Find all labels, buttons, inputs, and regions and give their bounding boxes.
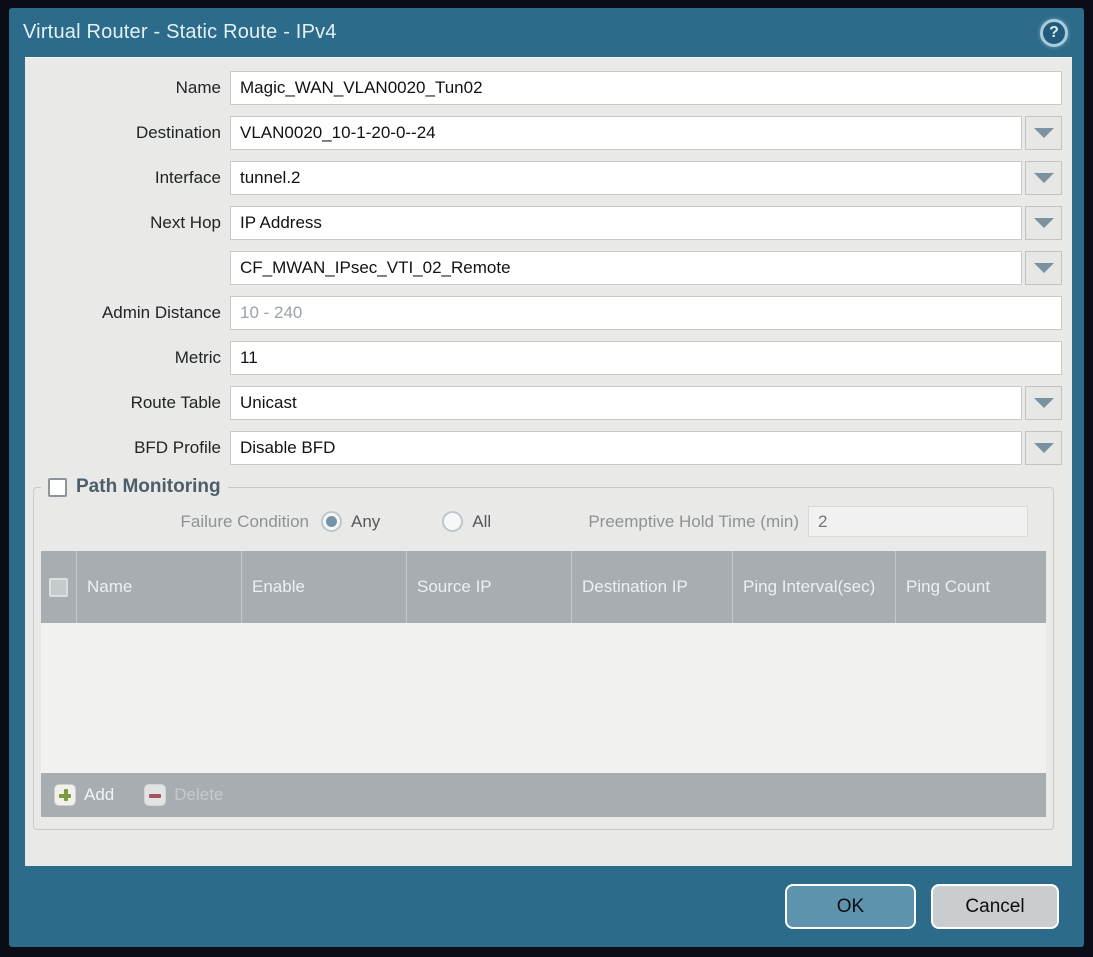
route-table-label: Route Table (25, 393, 221, 413)
failure-condition-row: Failure Condition Any All Preemptive Hol… (37, 506, 1028, 537)
dialog-content-panel: Name Destination Interface (25, 57, 1072, 866)
help-glyph: ? (1049, 24, 1059, 42)
preemptive-hold-time-input[interactable] (808, 506, 1028, 537)
metric-input[interactable] (230, 341, 1062, 375)
failure-condition-label: Failure Condition (37, 512, 309, 532)
failure-condition-radio-any[interactable] (321, 511, 342, 532)
form-row-name: Name (25, 71, 1062, 105)
route-table-dropdown-button[interactable] (1025, 386, 1062, 420)
path-monitoring-section: Path Monitoring Failure Condition Any Al… (33, 476, 1054, 830)
bfd-profile-label: BFD Profile (25, 438, 221, 458)
plus-icon (54, 784, 76, 806)
interface-dropdown-button[interactable] (1025, 161, 1062, 195)
help-icon[interactable]: ? (1040, 19, 1068, 47)
form-row-route-table: Route Table (25, 386, 1062, 420)
bfd-profile-dropdown-button[interactable] (1025, 431, 1062, 465)
failure-condition-radio-all[interactable] (442, 511, 463, 532)
form-row-destination: Destination (25, 116, 1062, 150)
interface-label: Interface (25, 168, 221, 188)
next-hop-address-input[interactable] (230, 251, 1022, 285)
select-all-checkbox[interactable] (49, 578, 68, 597)
metric-label: Metric (25, 348, 221, 368)
failure-condition-any-label: Any (351, 512, 380, 532)
chevron-down-icon (1034, 398, 1054, 408)
form-row-bfd-profile: BFD Profile (25, 431, 1062, 465)
chevron-down-icon (1034, 218, 1054, 228)
next-hop-type-input[interactable] (230, 206, 1022, 240)
delete-button-label: Delete (174, 785, 223, 805)
add-button-label: Add (84, 785, 114, 805)
next-hop-type-dropdown-button[interactable] (1025, 206, 1062, 240)
minus-icon (144, 784, 166, 806)
static-route-dialog: Virtual Router - Static Route - IPv4 ? N… (9, 8, 1084, 947)
path-monitoring-table: Name Enable Source IP Destination IP Pin… (41, 551, 1046, 817)
column-header-ping-count[interactable]: Ping Count (895, 551, 1046, 623)
route-table-input[interactable] (230, 386, 1022, 420)
bfd-profile-input[interactable] (230, 431, 1022, 465)
name-input[interactable] (230, 71, 1062, 105)
admin-distance-input[interactable] (230, 296, 1062, 330)
destination-label: Destination (25, 123, 221, 143)
ok-button[interactable]: OK (785, 884, 916, 929)
admin-distance-label: Admin Distance (25, 303, 221, 323)
chevron-down-icon (1034, 128, 1054, 138)
form-row-next-hop-address (25, 251, 1062, 285)
form-row-metric: Metric (25, 341, 1062, 375)
path-monitoring-checkbox[interactable] (48, 478, 67, 497)
table-body-empty (41, 623, 1046, 773)
column-header-ping-interval[interactable]: Ping Interval(sec) (732, 551, 895, 623)
interface-input[interactable] (230, 161, 1022, 195)
screen-background: Virtual Router - Static Route - IPv4 ? N… (0, 0, 1093, 957)
add-button[interactable]: Add (54, 784, 114, 806)
path-monitoring-title: Path Monitoring (76, 476, 221, 498)
chevron-down-icon (1034, 443, 1054, 453)
dialog-titlebar: Virtual Router - Static Route - IPv4 ? (9, 8, 1084, 57)
preemptive-hold-time-label: Preemptive Hold Time (min) (588, 512, 799, 532)
column-header-destination-ip[interactable]: Destination IP (571, 551, 732, 623)
column-header-name[interactable]: Name (76, 551, 241, 623)
chevron-down-icon (1034, 263, 1054, 273)
next-hop-address-dropdown-button[interactable] (1025, 251, 1062, 285)
path-monitoring-legend: Path Monitoring (41, 476, 228, 498)
destination-input[interactable] (230, 116, 1022, 150)
table-header-row: Name Enable Source IP Destination IP Pin… (41, 551, 1046, 623)
cancel-button[interactable]: Cancel (931, 884, 1059, 929)
table-footer-toolbar: Add Delete (41, 773, 1046, 817)
column-header-source-ip[interactable]: Source IP (406, 551, 571, 623)
next-hop-label: Next Hop (25, 213, 221, 233)
form-row-next-hop: Next Hop (25, 206, 1062, 240)
failure-condition-all-label: All (472, 512, 491, 532)
name-label: Name (25, 78, 221, 98)
table-header-checkbox-cell (41, 551, 76, 623)
dialog-title: Virtual Router - Static Route - IPv4 (23, 21, 337, 44)
dialog-button-bar: OK Cancel (9, 866, 1084, 947)
column-header-enable[interactable]: Enable (241, 551, 406, 623)
delete-button[interactable]: Delete (144, 784, 223, 806)
form-row-interface: Interface (25, 161, 1062, 195)
form-row-admin-distance: Admin Distance (25, 296, 1062, 330)
chevron-down-icon (1034, 173, 1054, 183)
destination-dropdown-button[interactable] (1025, 116, 1062, 150)
radio-selected-dot (326, 516, 337, 527)
